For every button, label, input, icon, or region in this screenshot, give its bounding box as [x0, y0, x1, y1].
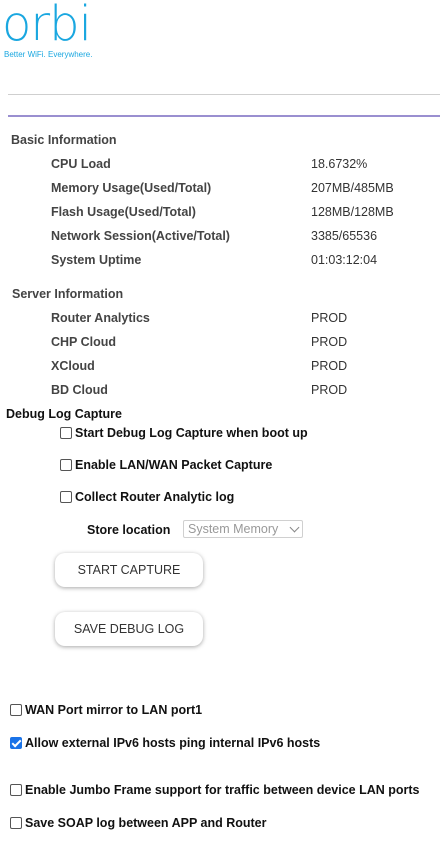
memory-usage-label: Memory Usage(Used/Total) — [51, 181, 212, 195]
wan-port-mirror-option[interactable]: WAN Port mirror to LAN port1 — [10, 703, 202, 717]
logo-wordmark: orbi — [2, 0, 92, 52]
boot-debug-capture-checkbox[interactable] — [60, 427, 72, 439]
soap-log-label: Save SOAP log between APP and Router — [25, 816, 267, 830]
network-session-label: Network Session(Active/Total) — [51, 229, 230, 243]
chevron-down-icon — [289, 522, 300, 533]
system-uptime-label: System Uptime — [51, 253, 142, 267]
cpu-load-label: CPU Load — [51, 157, 111, 171]
packet-capture-option[interactable]: Enable LAN/WAN Packet Capture — [60, 458, 272, 472]
router-analytic-log-checkbox[interactable] — [60, 491, 72, 503]
chp-cloud-label: CHP Cloud — [51, 335, 117, 349]
router-analytic-log-option[interactable]: Collect Router Analytic log — [60, 490, 234, 504]
router-analytic-log-label: Collect Router Analytic log — [75, 490, 235, 504]
logo-tagline: Better WiFi. Everywhere. — [4, 50, 93, 59]
soap-log-checkbox[interactable] — [10, 817, 22, 829]
ipv6-ping-checkbox[interactable] — [10, 737, 22, 749]
system-uptime-value: 01:03:12:04 — [311, 253, 378, 267]
flash-usage-value: 128MB/128MB — [311, 205, 394, 219]
router-analytics-label: Router Analytics — [51, 311, 150, 325]
jumbo-frame-checkbox[interactable] — [10, 784, 22, 796]
bd-cloud-label: BD Cloud — [51, 383, 108, 397]
network-session-value: 3385/65536 — [311, 229, 378, 243]
store-location-value: System Memory — [188, 522, 279, 536]
store-location-label: Store location — [87, 523, 171, 537]
packet-capture-label: Enable LAN/WAN Packet Capture — [75, 458, 273, 472]
jumbo-frame-option[interactable]: Enable Jumbo Frame support for traffic b… — [10, 783, 420, 797]
router-analytics-value: PROD — [311, 311, 348, 325]
soap-log-option[interactable]: Save SOAP log between APP and Router — [10, 816, 267, 830]
ipv6-ping-option[interactable]: Allow external IPv6 hosts ping internal … — [10, 736, 320, 750]
bd-cloud-value: PROD — [311, 383, 348, 397]
basic-information-title: Basic Information — [11, 133, 117, 147]
jumbo-frame-label: Enable Jumbo Frame support for traffic b… — [25, 783, 420, 797]
wan-port-mirror-checkbox[interactable] — [10, 704, 22, 716]
packet-capture-checkbox[interactable] — [60, 459, 72, 471]
chp-cloud-value: PROD — [311, 335, 348, 349]
save-debug-log-button[interactable]: SAVE DEBUG LOG — [55, 612, 203, 646]
xcloud-value: PROD — [311, 359, 348, 373]
orbi-logo: orbi Better WiFi. Everywhere. — [2, 0, 112, 62]
flash-usage-label: Flash Usage(Used/Total) — [51, 205, 196, 219]
start-capture-button[interactable]: START CAPTURE — [55, 553, 203, 587]
cpu-load-value: 18.6732% — [311, 157, 368, 171]
store-location-select[interactable]: System Memory — [183, 520, 303, 538]
debug-log-capture-title: Debug Log Capture — [6, 407, 122, 421]
header-divider — [8, 94, 440, 95]
server-information-title: Server Information — [12, 287, 124, 301]
memory-usage-value: 207MB/485MB — [311, 181, 394, 195]
boot-debug-capture-label: Start Debug Log Capture when boot up — [75, 426, 308, 440]
wan-port-mirror-label: WAN Port mirror to LAN port1 — [25, 703, 203, 717]
ipv6-ping-label: Allow external IPv6 hosts ping internal … — [25, 736, 321, 750]
xcloud-label: XCloud — [51, 359, 95, 373]
boot-debug-capture-option[interactable]: Start Debug Log Capture when boot up — [60, 426, 308, 440]
content-divider — [8, 115, 440, 117]
